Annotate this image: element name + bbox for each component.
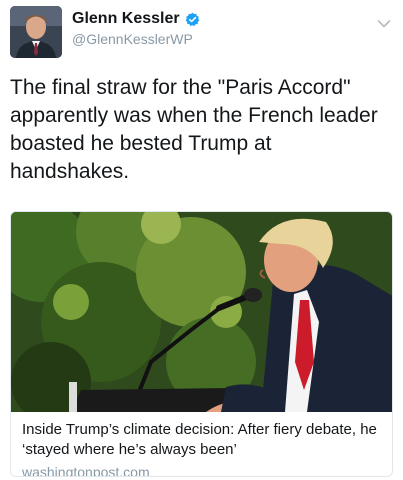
card-title[interactable]: Inside Trump’s climate decision: After f… (22, 420, 384, 460)
card-image[interactable] (11, 212, 392, 412)
chevron-down-icon[interactable] (377, 16, 391, 28)
name-row: Glenn Kessler (72, 10, 200, 28)
author-display-name[interactable]: Glenn Kessler (72, 10, 180, 28)
link-preview-card[interactable]: Inside Trump’s climate decision: After f… (10, 211, 393, 477)
card-body: Inside Trump’s climate decision: After f… (22, 420, 384, 477)
tweet-text: The final straw for the "Paris Accord" a… (10, 76, 378, 183)
author-avatar[interactable] (10, 6, 62, 58)
card-domain: washingtonpost.com (22, 464, 150, 477)
tweet-header: Glenn Kessler @GlennKesslerWP (10, 6, 393, 58)
author-handle[interactable]: @GlennKesslerWP (72, 31, 193, 47)
verified-badge-icon (185, 12, 200, 27)
